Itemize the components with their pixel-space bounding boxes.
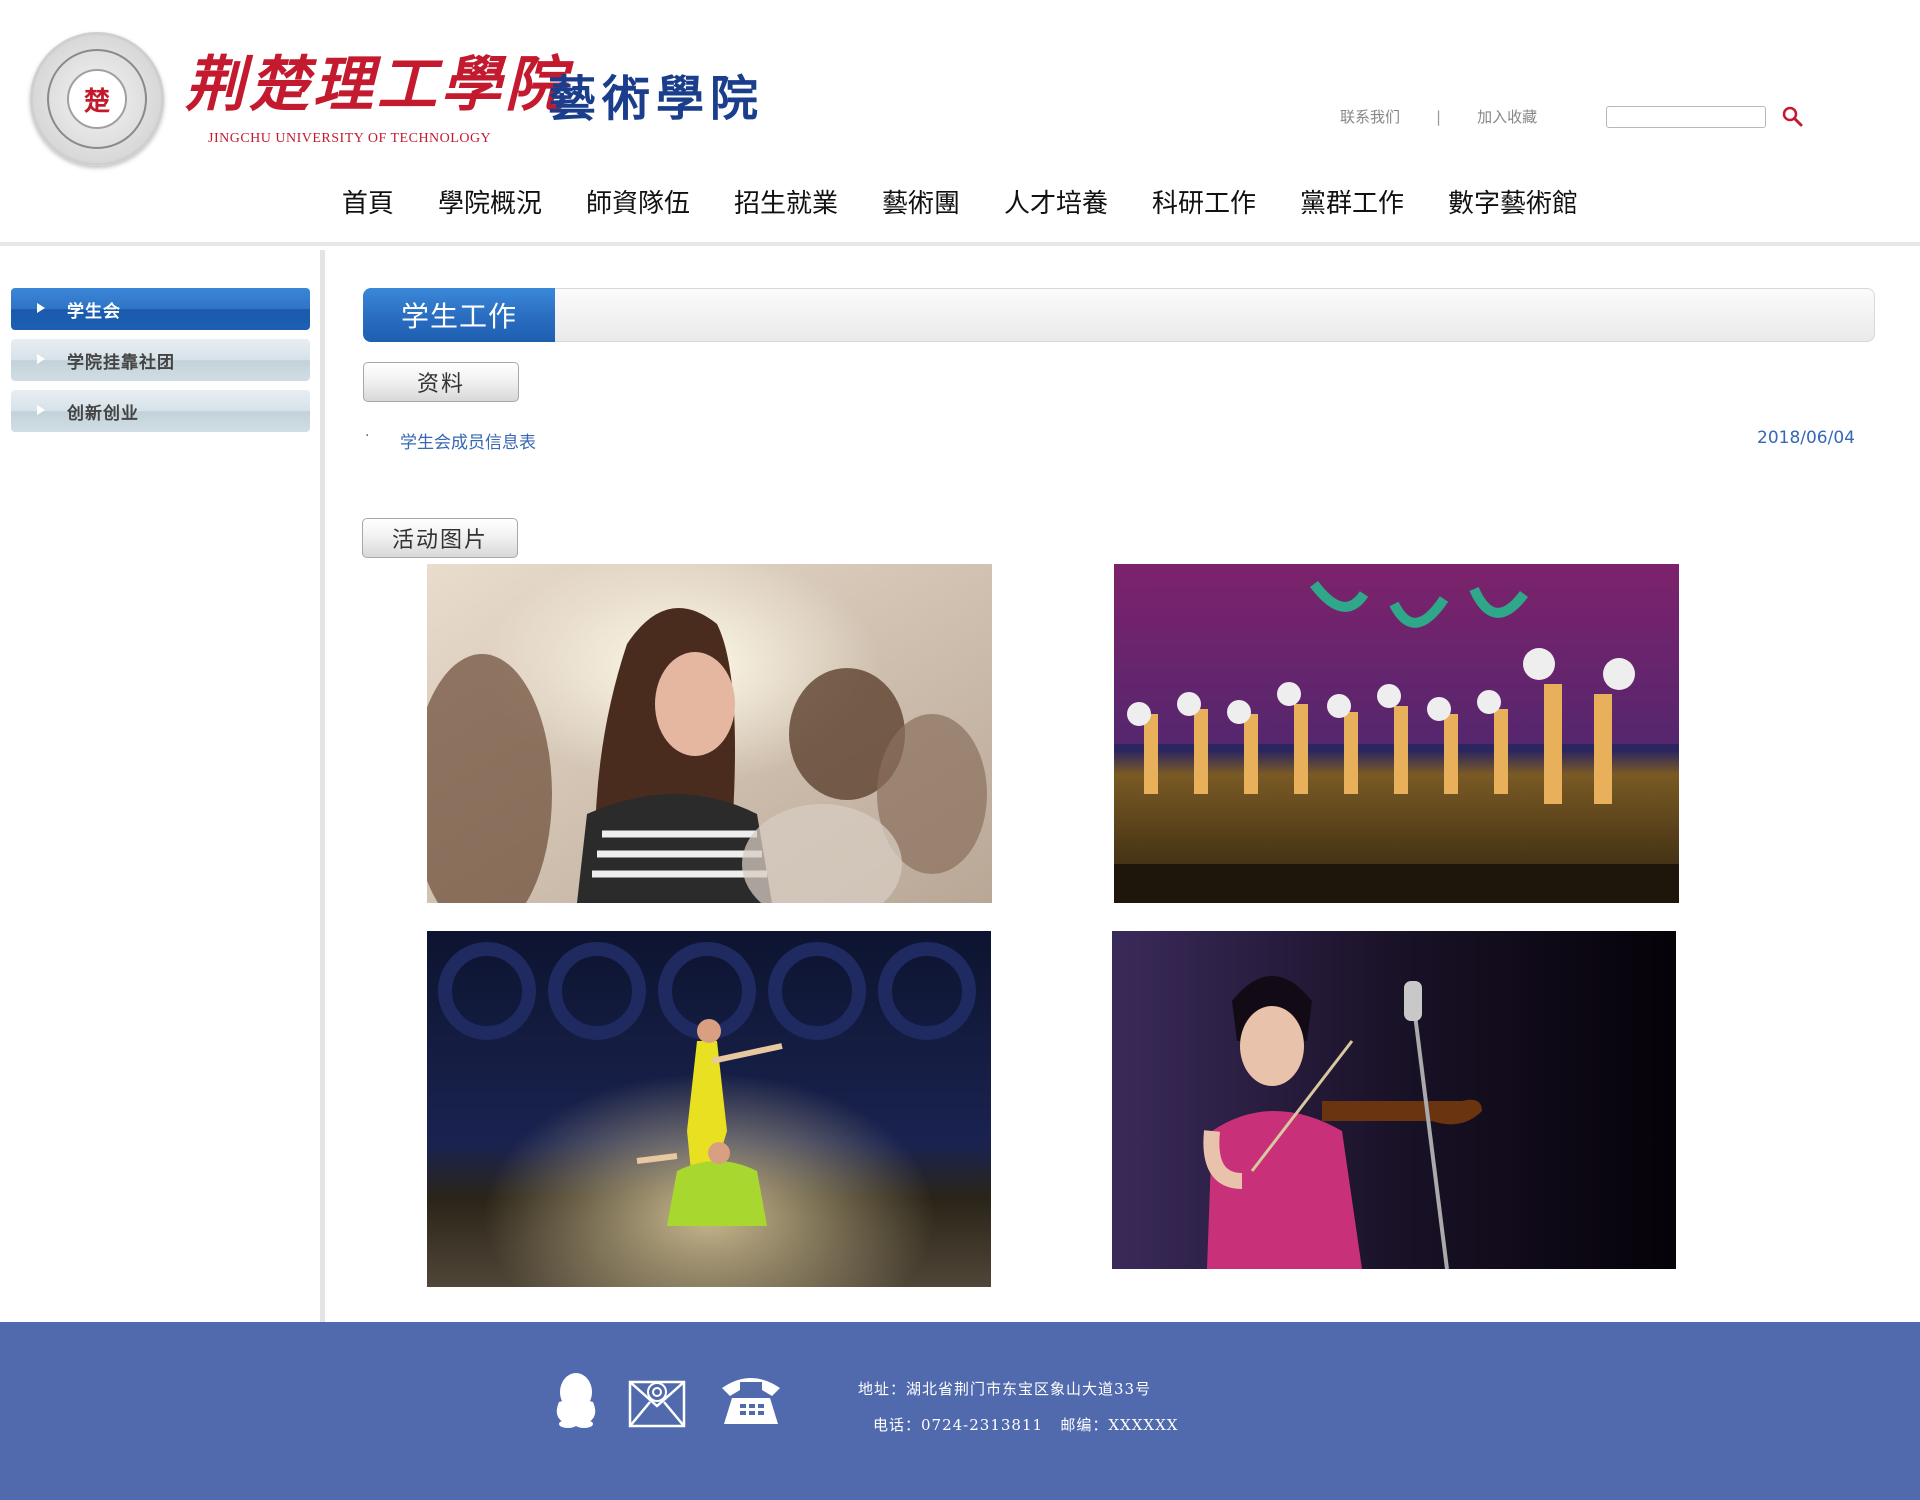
nav-item-faculty[interactable]: 師資隊伍 (586, 182, 690, 226)
sidebar-item-label: 学生会 (67, 301, 121, 322)
list-bullet: · (365, 428, 370, 444)
list-item-link[interactable]: 学生会成员信息表 (400, 428, 536, 453)
photo-student-image (427, 564, 992, 903)
sidebar-item-clubs[interactable]: 学院挂靠社团 (11, 339, 310, 381)
search-icon (1782, 106, 1803, 127)
mail-icon[interactable] (628, 1372, 686, 1430)
site-footer (0, 1322, 1920, 1500)
materials-tab-button[interactable]: 资料 (363, 362, 519, 402)
list-item-date: 2018/06/04 (1757, 428, 1855, 448)
add-favorite-link[interactable]: 加入收藏 (1477, 106, 1537, 127)
sidebar-item-label: 创新创业 (67, 403, 139, 424)
nav-item-party-work[interactable]: 黨群工作 (1300, 182, 1404, 226)
school-name-cn[interactable]: 荆楚理工學院 (185, 55, 569, 115)
search-input[interactable] (1606, 106, 1766, 128)
activity-photo-student[interactable] (427, 564, 992, 903)
photo-dancers-image (427, 931, 991, 1287)
footer-phone-postcode: 电话：0724-2313811 邮编：XXXXXX (873, 1416, 1179, 1434)
photo-cheerleaders-image (1114, 564, 1679, 903)
school-name-en: JINGCHU UNIVERSITY OF TECHNOLOGY (208, 131, 492, 146)
activity-photo-dancers[interactable] (427, 931, 991, 1287)
activity-photo-cheerleaders[interactable] (1114, 564, 1679, 903)
section-title-bar (363, 288, 1875, 342)
triangle-right-icon (37, 405, 45, 415)
nav-item-talent-training[interactable]: 人才培養 (1004, 182, 1108, 226)
nav-item-art-troupe[interactable]: 藝術團 (882, 182, 960, 226)
activity-photos-tab-button[interactable]: 活动图片 (362, 518, 518, 558)
page-title: 学生工作 (363, 288, 555, 342)
search-button[interactable] (1780, 104, 1806, 130)
activity-photo-violinist[interactable] (1112, 931, 1676, 1269)
telephone-icon[interactable] (718, 1372, 784, 1428)
seal-core: 楚 (67, 69, 127, 129)
top-links: 联系我们 | 加入收藏 (1340, 106, 1537, 127)
triangle-right-icon (37, 303, 45, 313)
nav-item-overview[interactable]: 學院概況 (438, 182, 542, 226)
main-nav: 首頁 學院概況 師資隊伍 招生就業 藝術團 人才培養 科研工作 黨群工作 數字藝… (0, 182, 1920, 226)
sidebar-item-label: 学院挂靠社团 (67, 352, 175, 373)
nav-item-digital-gallery[interactable]: 數字藝術館 (1448, 182, 1578, 226)
qq-icon[interactable] (553, 1372, 599, 1428)
sidebar-item-innovation[interactable]: 创新创业 (11, 390, 310, 432)
sidebar-item-student-union[interactable]: 学生会 (11, 288, 310, 330)
photo-violinist-image (1112, 931, 1676, 1269)
university-seal-logo[interactable]: 楚 (30, 32, 164, 166)
college-name: 藝術學院 (548, 71, 765, 127)
seal-char: 楚 (83, 86, 110, 117)
link-separator: | (1436, 107, 1442, 126)
triangle-right-icon (37, 354, 45, 364)
footer-address: 地址：湖北省荆门市东宝区象山大道33号 (858, 1380, 1152, 1398)
sidebar-divider (320, 250, 325, 1322)
nav-item-home[interactable]: 首頁 (342, 182, 394, 226)
contact-us-link[interactable]: 联系我们 (1340, 106, 1400, 127)
site-header: 楚 荆楚理工學院 JINGCHU UNIVERSITY OF TECHNOLOG… (0, 0, 1920, 246)
nav-item-research[interactable]: 科研工作 (1152, 182, 1256, 226)
nav-item-admissions[interactable]: 招生就業 (734, 182, 838, 226)
